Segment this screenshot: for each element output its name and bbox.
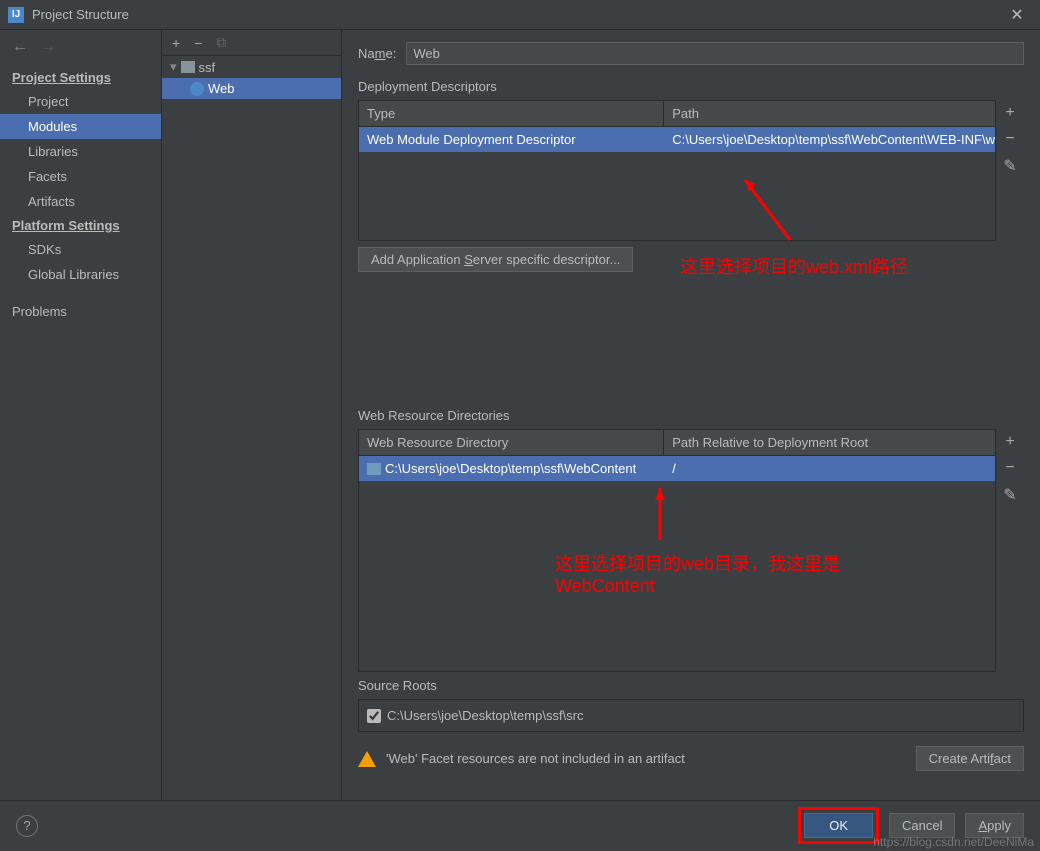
section-project-settings: Project Settings [0,66,161,89]
deployment-descriptors-label: Deployment Descriptors [358,79,1024,94]
content-panel: Name: Deployment Descriptors Type Path W… [342,30,1040,800]
source-root-checkbox[interactable] [367,709,381,723]
sidebar-item-libraries[interactable]: Libraries [0,139,161,164]
module-tree-panel: + − ⧉ ▾ ssf Web [162,30,342,800]
sidebar-item-artifacts[interactable]: Artifacts [0,189,161,214]
dd-remove-icon[interactable]: − [1005,130,1014,148]
source-roots-label: Source Roots [358,678,1024,693]
ok-button[interactable]: OK [804,813,873,838]
wr-row[interactable]: C:\Users\joe\Desktop\temp\ssf\WebContent… [359,456,995,481]
titlebar: IJ Project Structure ✕ [0,0,1040,30]
app-icon: IJ [8,7,24,23]
copy-icon[interactable]: ⧉ [216,34,226,51]
back-arrow-icon[interactable]: ← [12,38,28,56]
watermark: https://blog.csdn.net/DeeNiMa [873,835,1034,849]
ok-highlight: OK [798,807,879,844]
webres-table: Web Resource Directory Path Relative to … [358,429,996,672]
folder-icon [367,463,381,475]
wr-row-dir: C:\Users\joe\Desktop\temp\ssf\WebContent [359,456,664,481]
dd-header-type: Type [359,101,664,126]
dd-row[interactable]: Web Module Deployment Descriptor C:\User… [359,127,995,152]
forward-arrow-icon[interactable]: → [40,38,56,56]
add-icon[interactable]: + [172,35,180,51]
dd-edit-icon[interactable]: ✎ [1003,156,1016,176]
remove-icon[interactable]: − [194,35,202,51]
tree-toolbar: + − ⧉ [162,30,341,56]
section-platform-settings: Platform Settings [0,214,161,237]
add-descriptor-button[interactable]: Add Application Server specific descript… [358,247,633,272]
dd-header-path: Path [664,101,995,126]
wr-add-icon[interactable]: + [1005,433,1014,451]
sidebar-item-sdks[interactable]: SDKs [0,237,161,262]
sidebar: ← → Project Settings Project Modules Lib… [0,30,162,800]
dd-row-path: C:\Users\joe\Desktop\temp\ssf\WebContent… [664,127,995,152]
tree-root-label: ssf [199,60,216,75]
wr-header-dir: Web Resource Directory [359,430,664,455]
tree-item-root[interactable]: ▾ ssf [162,56,341,78]
wr-header-rel: Path Relative to Deployment Root [664,430,995,455]
tree-child-label: Web [208,81,235,96]
wr-edit-icon[interactable]: ✎ [1003,485,1016,505]
folder-icon [181,61,195,73]
dd-row-type: Web Module Deployment Descriptor [359,127,664,152]
sidebar-item-problems[interactable]: Problems [0,299,161,324]
warning-text: 'Web' Facet resources are not included i… [386,751,906,766]
wr-actions: + − ✎ [996,429,1024,672]
source-root-path: C:\Users\joe\Desktop\temp\ssf\src [387,708,584,723]
window-title: Project Structure [32,7,1002,22]
sidebar-item-facets[interactable]: Facets [0,164,161,189]
tree-item-web[interactable]: Web [162,78,341,99]
help-icon[interactable]: ? [16,815,38,837]
warning-icon [358,751,376,767]
create-artifact-button[interactable]: Create Artifact [916,746,1024,771]
dd-add-icon[interactable]: + [1005,104,1014,122]
close-icon[interactable]: ✕ [1002,5,1032,25]
web-resource-label: Web Resource Directories [358,408,1024,423]
sidebar-item-modules[interactable]: Modules [0,114,161,139]
wr-row-rel: / [664,456,995,481]
deployment-table: Type Path Web Module Deployment Descript… [358,100,996,241]
sidebar-item-global-libraries[interactable]: Global Libraries [0,262,161,287]
name-label: Name: [358,46,396,61]
sidebar-item-project[interactable]: Project [0,89,161,114]
warning-row: 'Web' Facet resources are not included i… [358,742,1024,775]
web-icon [190,82,204,96]
dd-actions: + − ✎ [996,100,1024,241]
wr-remove-icon[interactable]: − [1005,459,1014,477]
source-roots-box: C:\Users\joe\Desktop\temp\ssf\src [358,699,1024,732]
nav-arrows: ← → [0,34,161,60]
name-input[interactable] [406,42,1024,65]
